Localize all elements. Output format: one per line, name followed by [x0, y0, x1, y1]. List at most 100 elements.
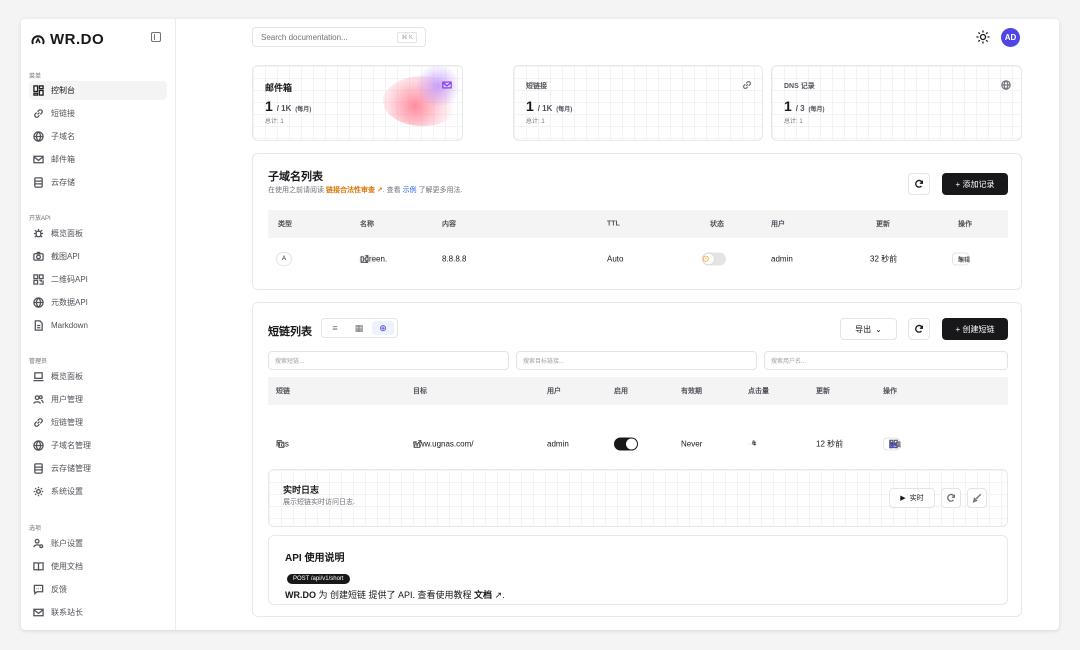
gear-icon: [33, 486, 44, 497]
sidebar-item-account-settings[interactable]: 账户设置: [29, 534, 167, 553]
book-open-icon: [33, 561, 44, 572]
section-title: 短链列表: [268, 326, 312, 338]
external-link-icon[interactable]: [360, 255, 369, 264]
sidebar-item-label: 云存储: [51, 178, 75, 187]
copy-icon[interactable]: [276, 440, 285, 449]
record-type-badge: A: [276, 252, 292, 266]
sidebar-item-label: 反馈: [51, 585, 67, 594]
create-shortlink-button[interactable]: + 创建短链: [942, 318, 1008, 340]
sidebar-item-label: 概览面板: [51, 372, 83, 381]
group-title-menu: 菜单: [29, 74, 42, 80]
chart-line-icon[interactable]: [889, 440, 898, 449]
search-slug-input[interactable]: 搜索短链...: [268, 351, 509, 370]
sidebar-item-storage[interactable]: 云存储: [29, 173, 167, 192]
refresh-icon: [915, 179, 923, 188]
collapse-sidebar-icon[interactable]: [151, 32, 161, 42]
realtime-button[interactable]: ▶ 实时: [889, 488, 935, 508]
stat-card-shortlinks[interactable]: 短链接 1 / 1K (每月) 总计: 1: [513, 65, 763, 141]
stat-card-mailbox[interactable]: 邮件箱 1 / 1K (每月) 总计: 1: [252, 65, 463, 141]
sidebar-item-subdomain-admin[interactable]: 子域名管理: [29, 436, 167, 455]
sidebar-item-label: 子域名管理: [51, 441, 91, 450]
group-title-open-api: 开放API: [29, 216, 51, 222]
stat-total: 总计: 1: [784, 119, 803, 125]
list-view-icon[interactable]: ≡: [324, 321, 346, 335]
sidebar-item-markdown[interactable]: Markdown: [29, 316, 167, 335]
user-cog-icon: [33, 538, 44, 549]
stat-value: 1 / 3 (每月): [784, 98, 825, 114]
enable-toggle[interactable]: [614, 437, 638, 451]
sidebar-item-storage-admin[interactable]: 云存储管理: [29, 459, 167, 478]
decor-blob: [413, 66, 462, 106]
sidebar-item-screenshot-api[interactable]: 截图API: [29, 247, 167, 266]
sidebar-item-label: 邮件箱: [51, 155, 75, 164]
sidebar-item-shortlinks[interactable]: 短链接: [29, 104, 167, 123]
sidebar-item-qrcode-api[interactable]: 二维码API: [29, 270, 167, 289]
edit-record-button[interactable]: 编辑 ✎: [952, 252, 970, 266]
sidebar-item-api-overview[interactable]: 概览面板: [29, 224, 167, 243]
sidebar-item-label: 控制台: [51, 86, 75, 95]
click-count-badge: ↯ 0: [748, 441, 757, 448]
api-description: WR.DO 为 创建短链 提供了 API. 查看使用教程 文档 ↗.: [285, 590, 505, 600]
sidebar-item-metadata-api[interactable]: 元数据API: [29, 293, 167, 312]
review-link[interactable]: 链接合法性审查 ↗: [326, 187, 383, 194]
refresh-button[interactable]: [908, 173, 930, 195]
table-header: 类型 名称 内容 TTL 状态 用户 更新 操作: [268, 210, 1008, 238]
sidebar-item-label: 短链接: [51, 109, 75, 118]
sidebar-item-dashboard[interactable]: 控制台: [29, 81, 167, 100]
theme-toggle-sun-icon[interactable]: [976, 30, 990, 44]
refresh-button[interactable]: [908, 318, 930, 340]
add-record-button[interactable]: + 添加记录: [942, 173, 1008, 195]
stat-total: 总计: 1: [526, 119, 545, 125]
sidebar-item-contact[interactable]: 联系站长: [29, 603, 167, 622]
mail-icon: [33, 607, 44, 618]
export-button[interactable]: 导出 ⌄: [840, 318, 897, 340]
file-text-icon: [33, 320, 44, 331]
sidebar-item-label: 二维码API: [51, 275, 88, 284]
realtime-log-card: 实时日志 展示短链实时访问日志. ▶ 实时: [268, 469, 1008, 527]
search-target-input[interactable]: 搜索目标链接...: [516, 351, 757, 370]
section-description: 在使用之前请阅读 链接合法性审查 ↗. 查看 示例 了解更多用法.: [268, 187, 463, 194]
refresh-icon: [947, 493, 955, 502]
docs-link[interactable]: 文档: [474, 590, 492, 600]
app-logo[interactable]: WR.DO: [31, 31, 104, 48]
grid-view-icon[interactable]: ▦: [348, 321, 370, 335]
laptop-icon: [33, 371, 44, 382]
chevron-down-icon: ⌄: [875, 324, 882, 334]
sidebar-item-users[interactable]: 用户管理: [29, 390, 167, 409]
logo-text: WR.DO: [50, 31, 105, 48]
sidebar-item-docs[interactable]: 使用文档: [29, 557, 167, 576]
sidebar-item-label: 用户管理: [51, 395, 83, 404]
stat-card-dns[interactable]: DNS 记录 1 / 3 (每月) 总计: 1: [771, 65, 1022, 141]
subdomain-section: 子域名列表 在使用之前请阅读 链接合法性审查 ↗. 查看 示例 了解更多用法. …: [252, 153, 1022, 290]
play-icon: ▶: [900, 495, 906, 502]
stat-total: 总计: 1: [265, 119, 284, 125]
refresh-logs-button[interactable]: [941, 488, 961, 508]
search-input[interactable]: Search documentation... ⌘ K: [252, 27, 426, 47]
log-description: 展示短链实时访问日志.: [283, 499, 355, 506]
sidebar-item-shortlink-admin[interactable]: 短链管理: [29, 413, 167, 432]
shortlink-updated: 12 秒前: [816, 439, 844, 449]
sidebar-item-admin-overview[interactable]: 概览面板: [29, 367, 167, 386]
search-user-input[interactable]: 搜索用户名...: [764, 351, 1008, 370]
record-updated: 32 秒前: [870, 254, 898, 264]
stat-value: 1 / 1K (每月): [526, 98, 573, 114]
globe-view-icon[interactable]: ⊕: [372, 321, 394, 335]
sidebar-item-mailbox[interactable]: 邮件箱: [29, 150, 167, 169]
globe-icon: [33, 297, 44, 308]
external-link-icon[interactable]: [413, 440, 422, 449]
sidebar-item-system-settings[interactable]: 系统设置: [29, 482, 167, 501]
sidebar-item-label: 联系站长: [51, 608, 83, 617]
users-icon: [33, 394, 44, 405]
sidebar-item-subdomains[interactable]: 子域名: [29, 127, 167, 146]
table-row: A ugreen. xxxx. 8.8.8.8 Auto ⊙ admin 32 秒…: [268, 242, 1008, 276]
api-usage-card: API 使用说明 POST /api/v1/short WR.DO 为 创建短链…: [268, 535, 1008, 605]
example-link[interactable]: 示例: [403, 187, 417, 194]
shortlink-user: admin: [547, 439, 569, 449]
sidebar-item-feedback[interactable]: 反馈: [29, 580, 167, 599]
clear-logs-button[interactable]: [967, 488, 987, 508]
sidebar-item-label: 账户设置: [51, 539, 83, 548]
section-title: 子域名列表: [268, 171, 323, 183]
shortlink-expiry: Never: [681, 439, 703, 449]
link-icon: [33, 417, 44, 428]
user-avatar[interactable]: AD: [1001, 28, 1020, 47]
